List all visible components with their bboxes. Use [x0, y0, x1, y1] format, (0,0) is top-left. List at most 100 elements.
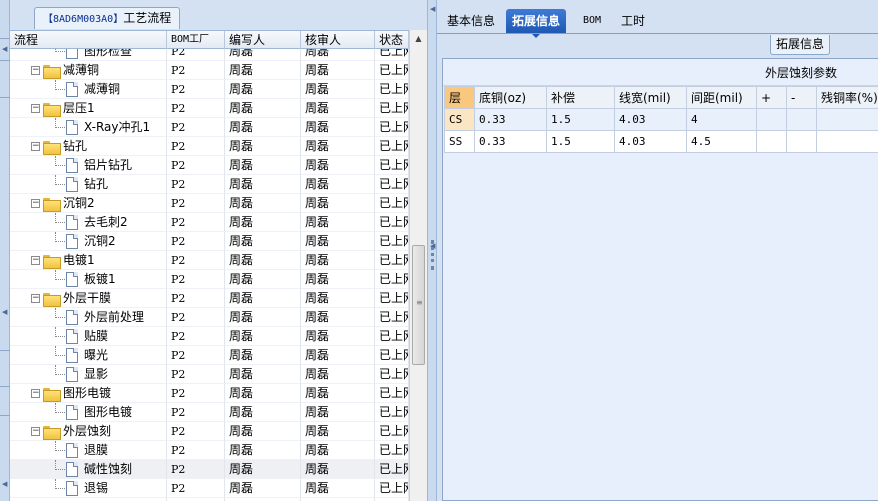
tree-step-row[interactable]: 贴膜P2周磊周磊已上网	[10, 327, 409, 346]
tree-step-row[interactable]: X-Ray冲孔1P2周磊周磊已上网	[10, 118, 409, 137]
tree-step-row[interactable]: 外层前处理P2周磊周磊已上网	[10, 308, 409, 327]
collapse-icon[interactable]: −	[31, 104, 40, 113]
tree-node[interactable]: 铝片钻孔	[66, 156, 132, 174]
param-header-compensation[interactable]: 补偿	[546, 86, 615, 109]
tree-folder-row[interactable]: −外层干膜P2周磊周磊已上网	[10, 289, 409, 308]
tree-node-cell[interactable]: 图形检查	[10, 49, 167, 61]
collapse-icon[interactable]: −	[31, 142, 40, 151]
tree-scrollbar[interactable]: ▲ ≡	[409, 30, 427, 501]
collapse-left-icon[interactable]: ◀	[2, 480, 7, 488]
tree-node-cell[interactable]: 曝光	[10, 346, 167, 365]
tree-step-row[interactable]: 沉铜2P2周磊周磊已上网	[10, 232, 409, 251]
collapse-icon[interactable]: −	[31, 427, 40, 436]
tree-node-cell[interactable]: 去毛刺2	[10, 213, 167, 232]
tree-node-cell[interactable]: − 沉铜2	[10, 194, 167, 213]
param-header-line-width[interactable]: 线宽(mil)	[614, 86, 687, 109]
param-cell-spacing[interactable]: 4	[686, 108, 757, 131]
tree-node-cell[interactable]: 铝片钻孔	[10, 156, 167, 175]
collapse-icon[interactable]: −	[31, 66, 40, 75]
tab-basic-info[interactable]: 基本信息	[441, 9, 501, 33]
tree-node-cell[interactable]: 减薄铜	[10, 80, 167, 99]
tree-node-cell[interactable]: − 电镀1	[10, 251, 167, 270]
tree-node[interactable]: − 外层蚀刻	[31, 422, 111, 440]
column-header-reviewer[interactable]: 核审人	[301, 31, 375, 49]
tree-step-row[interactable]: 去毛刺2P2周磊周磊已上网	[10, 213, 409, 232]
tree-node[interactable]: 减薄铜	[66, 80, 120, 98]
tree-node[interactable]: 图形检查	[66, 49, 132, 60]
param-cell-base-copper[interactable]: 0.33	[474, 130, 547, 153]
tree-step-row[interactable]: 减薄铜P2周磊周磊已上网	[10, 80, 409, 99]
column-header-bom-factory[interactable]: BOM工厂	[167, 31, 225, 49]
tree-node[interactable]: 去毛刺2	[66, 213, 128, 231]
tree-step-row[interactable]: 退锡P2周磊周磊已上网	[10, 479, 409, 498]
tree-node-cell[interactable]: 退膜	[10, 441, 167, 460]
tree-node-cell[interactable]: X-Ray冲孔1	[10, 118, 167, 137]
tree-node-cell[interactable]: − 外层蚀刻	[10, 422, 167, 441]
tree-folder-row[interactable]: −外层蚀刻P2周磊周磊已上网	[10, 422, 409, 441]
tree-node[interactable]: − 图形电镀	[31, 384, 111, 402]
param-cell-spacing[interactable]: 4.5	[686, 130, 757, 153]
tree-step-row[interactable]: 图形检查P2周磊周磊已上网	[10, 49, 409, 61]
param-header-plus[interactable]: +	[756, 86, 787, 109]
tree-node-cell[interactable]: 钻孔	[10, 175, 167, 194]
column-header-flow[interactable]: 流程	[10, 31, 167, 49]
param-header-residual-copper[interactable]: 残铜率(%)	[816, 86, 878, 109]
param-cell-line-width[interactable]: 4.03	[614, 108, 687, 131]
tree-step-row[interactable]: 显影P2周磊周磊已上网	[10, 365, 409, 384]
collapse-icon[interactable]: −	[31, 294, 40, 303]
tree-step-row[interactable]: 图形电镀P2周磊周磊已上网	[10, 403, 409, 422]
param-cell-compensation[interactable]: 1.5	[546, 108, 615, 131]
tree-node-cell[interactable]: − 图形电镀	[10, 384, 167, 403]
tree-node[interactable]: 沉铜2	[66, 232, 116, 250]
process-flow-tab[interactable]: 【8AD6M003A0】工艺流程	[34, 7, 181, 29]
tree-folder-row[interactable]: −钻孔P2周磊周磊已上网	[10, 137, 409, 156]
param-cell-compensation[interactable]: 1.5	[546, 130, 615, 153]
tree-node[interactable]: − 外层干膜	[31, 289, 111, 307]
tree-folder-row[interactable]: −图形电镀P2周磊周磊已上网	[10, 384, 409, 403]
scroll-up-icon[interactable]: ▲	[410, 30, 427, 47]
param-cell-plus[interactable]	[756, 108, 787, 131]
tree-node[interactable]: 钻孔	[66, 175, 108, 193]
tab-work-hours[interactable]: 工时	[615, 9, 651, 33]
collapse-icon[interactable]: −	[31, 256, 40, 265]
tree-node-cell[interactable]: 显影	[10, 365, 167, 384]
tree-node-cell[interactable]: 图形电镀	[10, 403, 167, 422]
param-header-spacing[interactable]: 间距(mil)	[686, 86, 757, 109]
panel-splitter[interactable]: ◀ ◀	[427, 0, 437, 501]
tree-node[interactable]: − 沉铜2	[31, 194, 95, 212]
tree-node-cell[interactable]: − 层压1	[10, 99, 167, 118]
tree-node-cell[interactable]: 外层前处理	[10, 308, 167, 327]
column-header-author[interactable]: 编写人	[225, 31, 301, 49]
tree-node-cell[interactable]: 退锡	[10, 479, 167, 498]
tree-node[interactable]: 板镀1	[66, 270, 116, 288]
tree-node-cell[interactable]: 碱性蚀刻	[10, 460, 167, 479]
param-cell-residual-copper[interactable]	[816, 130, 878, 153]
tree-node-cell[interactable]: 贴膜	[10, 327, 167, 346]
collapse-left-icon[interactable]: ◀	[2, 308, 7, 316]
tree-node[interactable]: 退膜	[66, 441, 108, 459]
tab-bom[interactable]: BOM	[577, 9, 607, 33]
tree-step-row[interactable]: 铝片钻孔P2周磊周磊已上网	[10, 156, 409, 175]
tree-step-row[interactable]: 退膜P2周磊周磊已上网	[10, 441, 409, 460]
tree-step-row[interactable]: 碱性蚀刻P2周磊周磊已上网	[10, 460, 409, 479]
tree-node[interactable]: 贴膜	[66, 327, 108, 345]
param-row-cs[interactable]: CS 0.33 1.5 4.03 4	[444, 108, 878, 131]
param-cell-plus[interactable]	[756, 130, 787, 153]
tree-node[interactable]: X-Ray冲孔1	[66, 118, 150, 136]
tree-node[interactable]: 碱性蚀刻	[66, 460, 132, 478]
tree-node-cell[interactable]: − 钻孔	[10, 137, 167, 156]
tree-step-row[interactable]: 曝光P2周磊周磊已上网	[10, 346, 409, 365]
tree-node[interactable]: − 减薄铜	[31, 61, 99, 79]
column-header-status[interactable]: 状态	[375, 31, 409, 49]
param-header-layer[interactable]: 层	[444, 86, 475, 109]
param-cell-base-copper[interactable]: 0.33	[474, 108, 547, 131]
tree-node-cell[interactable]: 板镀1	[10, 270, 167, 289]
tab-extended-info[interactable]: 拓展信息	[506, 9, 567, 38]
param-header-base-copper[interactable]: 底铜(oz)	[474, 86, 547, 109]
collapse-left-icon[interactable]: ◀	[430, 5, 435, 13]
collapse-icon[interactable]: −	[31, 199, 40, 208]
tree-node[interactable]: 显影	[66, 365, 108, 383]
tree-step-row[interactable]: 板镀1P2周磊周磊已上网	[10, 270, 409, 289]
tree-node[interactable]: 曝光	[66, 346, 108, 364]
tree-node-cell[interactable]: − 外层干膜	[10, 289, 167, 308]
